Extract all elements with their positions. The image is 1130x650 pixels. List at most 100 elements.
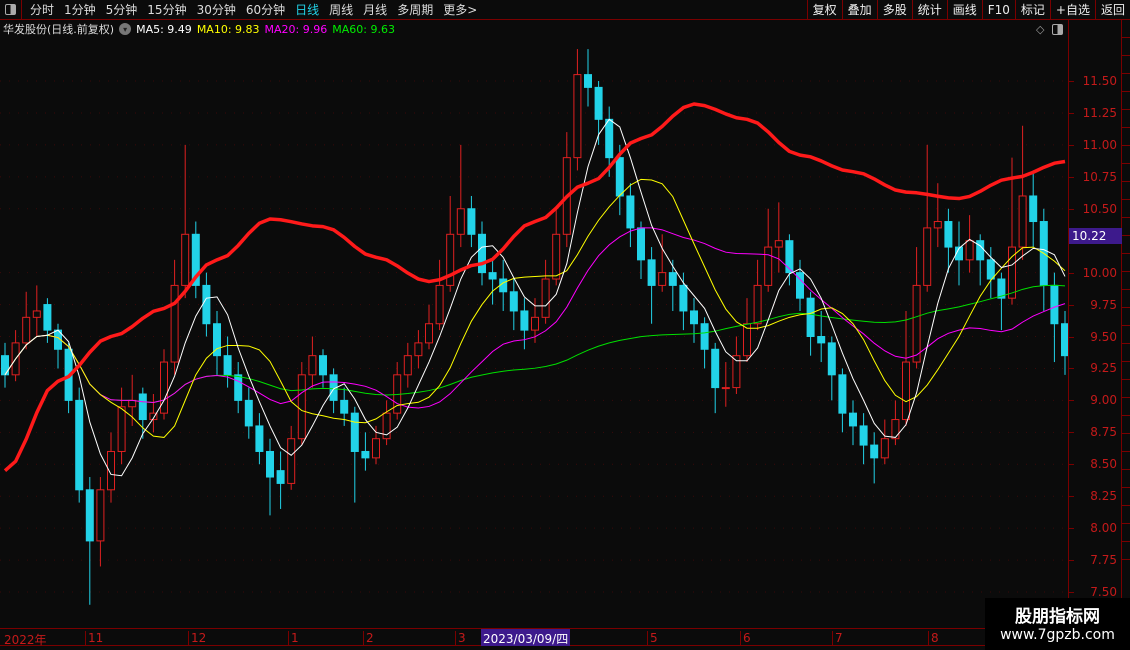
time-label: 2022年 <box>4 633 47 647</box>
time-label: 8 <box>928 631 939 646</box>
toolbar: 分时 1分钟 5分钟 15分钟 30分钟 60分钟 日线 周线 月线 多周期 更多> 复权 叠加 多股统… <box>0 0 1130 20</box>
side-panel-cell <box>1122 236 1130 254</box>
side-panel-cell <box>1122 92 1130 110</box>
period-tab[interactable]: 1分钟 <box>59 1 101 18</box>
price-tick: 9.25 <box>1090 361 1117 376</box>
time-label: 12 <box>188 631 206 646</box>
period-tab[interactable]: 多周期 <box>392 1 438 18</box>
candle-up <box>721 387 730 390</box>
toolbar-button[interactable]: 复权 <box>806 0 842 20</box>
period-tab[interactable]: 30分钟 <box>192 1 241 18</box>
candle-down <box>467 208 476 235</box>
diamond-icon[interactable]: ◇ <box>1036 23 1044 36</box>
candle-down <box>350 412 359 452</box>
period-tab[interactable]: 更多> <box>438 1 482 18</box>
toolbar-button[interactable]: 多股 <box>876 0 912 20</box>
side-panel-cell <box>1122 506 1130 524</box>
toolbar-button[interactable]: +自选 <box>1049 0 1095 20</box>
side-panel-cell <box>1122 308 1130 326</box>
toolbar-button[interactable]: 统计 <box>911 0 947 20</box>
candle-up <box>531 316 539 331</box>
candle-down <box>615 157 624 197</box>
toolbar-button[interactable]: 画线 <box>946 0 982 20</box>
side-panel-cell <box>1122 200 1130 218</box>
panel-icon <box>5 4 16 15</box>
candle-down <box>340 399 349 414</box>
period-tab[interactable]: 日线 <box>290 1 324 18</box>
candle-down <box>711 348 720 389</box>
side-panel-cell <box>1122 20 1130 38</box>
candle-up <box>32 310 41 318</box>
toolbar-button[interactable]: 返回 <box>1094 0 1130 20</box>
candle-down <box>700 323 709 350</box>
tick-mark <box>1069 176 1074 178</box>
candle-down <box>626 195 635 229</box>
toolbar-button[interactable]: 叠加 <box>841 0 877 20</box>
time-axis: 2023/03/09/四 2022年111212345678 <box>0 628 1130 647</box>
side-panel-cell <box>1122 290 1130 308</box>
candle-up <box>891 419 900 440</box>
panel-toggle-button[interactable] <box>0 0 22 20</box>
candle-down <box>679 284 688 312</box>
candle-up <box>435 284 444 325</box>
price-tick: 8.50 <box>1090 457 1117 472</box>
kline-chart[interactable] <box>0 0 1068 628</box>
watermark: 股朋指标网 www.7gpzb.com <box>985 598 1130 650</box>
candle-down <box>637 227 645 261</box>
candle-up <box>22 316 31 344</box>
period-tab[interactable]: 5分钟 <box>101 1 143 18</box>
price-tick: 11.50 <box>1082 74 1117 88</box>
tick-mark <box>1069 560 1074 562</box>
tick-mark <box>1069 81 1074 82</box>
watermark-url: www.7gpzb.com <box>1000 627 1115 643</box>
side-panel-cell <box>1122 272 1130 290</box>
side-panel-cell <box>1122 164 1130 182</box>
tick-mark <box>1069 400 1074 402</box>
price-tick: 11.00 <box>1082 137 1117 152</box>
candle-down <box>986 259 995 280</box>
stock-title: 华发股份(日线.前复权) <box>3 23 115 36</box>
time-label: 5 <box>647 631 658 646</box>
side-panel-cell <box>1122 74 1130 92</box>
candle-down <box>244 399 253 427</box>
candle-up <box>96 489 105 542</box>
candle-up <box>912 284 921 363</box>
price-tick: 7.75 <box>1090 553 1117 568</box>
candle-up <box>933 221 942 229</box>
toolbar-button[interactable]: 标记 <box>1014 0 1050 20</box>
side-panel-cell <box>1122 488 1130 506</box>
candle-down <box>849 412 857 427</box>
ma60-value: MA60: 9.63 <box>332 22 395 36</box>
side-panel-cell <box>1122 362 1130 380</box>
toolbar-button[interactable]: F10 <box>981 0 1015 20</box>
candle-up <box>403 355 412 376</box>
candle-up <box>774 240 783 248</box>
candle-up <box>902 361 910 421</box>
period-tab[interactable]: 月线 <box>358 1 392 18</box>
candle-down <box>234 374 243 401</box>
period-tab[interactable]: 60分钟 <box>241 1 290 18</box>
candle-up <box>372 438 380 459</box>
price-tick: 10.00 <box>1082 265 1117 280</box>
cursor-date-label: 2023/03/09/四 <box>481 629 571 646</box>
candle-up <box>764 246 773 286</box>
side-panel-cell <box>1122 326 1130 344</box>
price-tick: 10.50 <box>1082 201 1117 216</box>
period-tab[interactable]: 分时 <box>25 1 59 18</box>
time-label: 11 <box>85 631 103 646</box>
time-label: 6 <box>740 631 751 646</box>
side-panel-cell <box>1122 218 1130 236</box>
candle-down <box>584 74 592 88</box>
candle-up <box>308 355 317 376</box>
candle-down <box>319 355 327 376</box>
period-tab[interactable]: 15分钟 <box>142 1 191 18</box>
panel-icon[interactable] <box>1052 24 1064 35</box>
period-tab[interactable]: 周线 <box>324 1 358 18</box>
side-panel-edge[interactable] <box>1122 20 1130 628</box>
chevron-down-icon[interactable]: ▾ <box>119 23 132 35</box>
candle-up <box>880 438 889 459</box>
tick-mark <box>1069 304 1074 306</box>
price-axis: 11.50 11.25 11.00 10.75 10.50 10.00 9.75 9.50 9.… <box>1068 20 1122 628</box>
candle-down <box>838 374 847 414</box>
price-tick: 11.25 <box>1082 105 1117 120</box>
